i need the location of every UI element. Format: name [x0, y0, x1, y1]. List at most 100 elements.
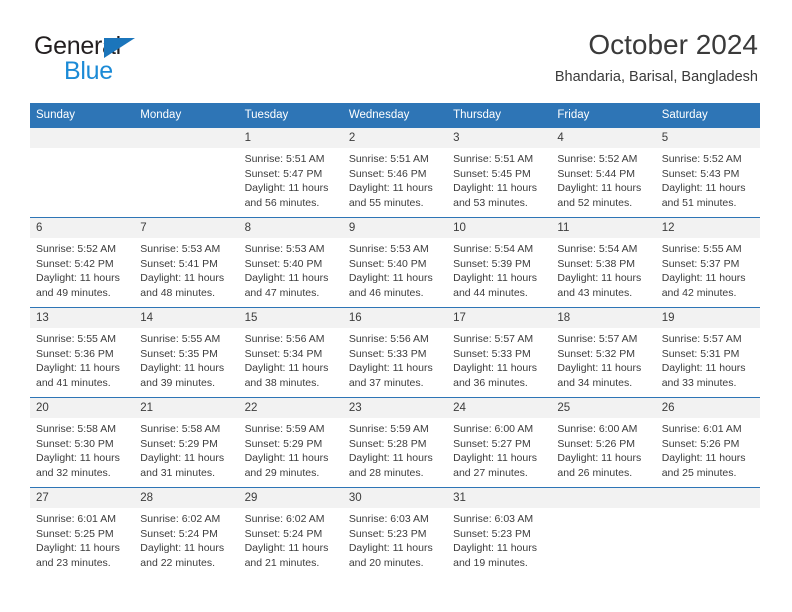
day-details: Sunrise: 5:56 AM Sunset: 5:33 PM Daylight:…: [343, 328, 447, 390]
calendar-week-row: 13 Sunrise: 5:55 AM Sunset: 5:36 PM Dayligh…: [30, 307, 760, 398]
calendar-day-cell[interactable]: 21 Sunrise: 5:58 AM Sunset: 5:29 PM Dayligh…: [134, 397, 239, 488]
calendar-day-cell[interactable]: 7 Sunrise: 5:53 AM Sunset: 5:41 PM Daylight…: [134, 217, 239, 308]
day-number: 8: [238, 218, 343, 238]
day-number: 21: [134, 398, 239, 418]
logo-word-blue: Blue: [64, 57, 113, 85]
sunrise-time: Sunrise: 5:58 AM: [36, 423, 116, 435]
day-details: Sunrise: 6:03 AM Sunset: 5:23 PM Daylight:…: [343, 508, 447, 570]
calendar-day-cell[interactable]: 18 Sunrise: 5:57 AM Sunset: 5:32 PM Dayligh…: [551, 307, 656, 398]
calendar-day-cell[interactable]: 17 Sunrise: 5:57 AM Sunset: 5:33 PM Dayligh…: [447, 307, 552, 398]
calendar-day-cell[interactable]: 12 Sunrise: 5:55 AM Sunset: 5:37 PM Dayligh…: [655, 217, 760, 308]
day-details: Sunrise: 5:52 AM Sunset: 5:44 PM Daylight:…: [551, 148, 655, 210]
sunset-time: Sunset: 5:24 PM: [244, 527, 323, 540]
daylight-duration: Daylight: 11 hours and 34 minutes.: [557, 362, 642, 389]
day-number: 31: [447, 488, 552, 508]
triangle-icon: [104, 38, 135, 58]
general-blue-logo[interactable]: General Blue: [34, 32, 154, 85]
calendar-day-cell[interactable]: 25 Sunrise: 6:00 AM Sunset: 5:26 PM Dayligh…: [551, 397, 656, 488]
day-number: 11: [551, 218, 656, 238]
day-number: 10: [447, 218, 552, 238]
sunrise-time: Sunrise: 5:51 AM: [348, 153, 429, 165]
day-number: 15: [238, 308, 343, 328]
calendar-day-cell[interactable]: 28 Sunrise: 6:02 AM Sunset: 5:24 PM Dayligh…: [134, 487, 239, 578]
daylight-duration: Daylight: 11 hours and 19 minutes.: [453, 542, 537, 569]
title-block: October 2024 Bhandaria, Barisal, Banglad…: [555, 28, 758, 88]
calendar-day-cell[interactable]: 1 Sunrise: 5:51 AM Sunset: 5:47 PM Daylight…: [238, 127, 343, 218]
sunset-time: Sunset: 5:23 PM: [348, 527, 427, 540]
calendar-day-cell[interactable]: 2 Sunrise: 5:51 AM Sunset: 5:46 PM Daylight…: [342, 127, 448, 218]
sunset-time: Sunset: 5:36 PM: [36, 347, 114, 360]
sunset-time: Sunset: 5:32 PM: [557, 347, 636, 360]
weekday-header-friday: Friday: [551, 103, 656, 128]
day-number: [655, 488, 760, 508]
sunrise-time: Sunrise: 5:53 AM: [348, 243, 429, 255]
day-details: Sunrise: 5:55 AM Sunset: 5:35 PM Daylight:…: [134, 328, 238, 390]
daylight-duration: Daylight: 11 hours and 39 minutes.: [140, 362, 225, 389]
sunrise-time: Sunrise: 6:03 AM: [453, 513, 534, 525]
daylight-duration: Daylight: 11 hours and 56 minutes.: [244, 182, 329, 209]
sunset-time: Sunset: 5:29 PM: [244, 437, 323, 450]
sunset-time: Sunset: 5:46 PM: [348, 167, 427, 180]
sunset-time: Sunset: 5:29 PM: [140, 437, 218, 450]
sunset-time: Sunset: 5:30 PM: [36, 437, 114, 450]
daylight-duration: Daylight: 11 hours and 31 minutes.: [140, 452, 225, 479]
sunrise-time: Sunrise: 6:02 AM: [140, 513, 221, 525]
day-details: Sunrise: 5:51 AM Sunset: 5:47 PM Daylight:…: [239, 148, 343, 210]
daylight-duration: Daylight: 11 hours and 44 minutes.: [453, 272, 537, 299]
calendar-day-cell[interactable]: 26 Sunrise: 6:01 AM Sunset: 5:26 PM Dayligh…: [655, 397, 760, 488]
sunset-time: Sunset: 5:23 PM: [453, 527, 531, 540]
calendar-day-cell[interactable]: 6 Sunrise: 5:52 AM Sunset: 5:42 PM Daylight…: [30, 217, 135, 308]
calendar-day-cell[interactable]: 16 Sunrise: 5:56 AM Sunset: 5:33 PM Dayligh…: [342, 307, 448, 398]
calendar-day-cell[interactable]: 23 Sunrise: 5:59 AM Sunset: 5:28 PM Dayligh…: [342, 397, 448, 488]
calendar-page: General Blue October 2024 Bhandaria, Bar…: [0, 0, 792, 612]
day-number: 28: [134, 488, 239, 508]
daylight-duration: Daylight: 11 hours and 42 minutes.: [661, 272, 746, 299]
sunset-time: Sunset: 5:25 PM: [36, 527, 114, 540]
calendar-day-cell[interactable]: 5 Sunrise: 5:52 AM Sunset: 5:43 PM Daylight…: [655, 127, 760, 218]
calendar-day-cell[interactable]: 31 Sunrise: 6:03 AM Sunset: 5:23 PM Dayligh…: [447, 487, 552, 578]
sunrise-time: Sunrise: 5:55 AM: [36, 333, 116, 345]
calendar-week-row: 20 Sunrise: 5:58 AM Sunset: 5:30 PM Dayligh…: [30, 397, 760, 488]
calendar-day-cell[interactable]: 24 Sunrise: 6:00 AM Sunset: 5:27 PM Dayligh…: [447, 397, 552, 488]
day-number: 27: [30, 488, 135, 508]
sunrise-time: Sunrise: 5:52 AM: [36, 243, 116, 255]
daylight-duration: Daylight: 11 hours and 29 minutes.: [244, 452, 329, 479]
calendar-day-cell[interactable]: 10 Sunrise: 5:54 AM Sunset: 5:39 PM Dayligh…: [447, 217, 552, 308]
calendar-day-cell[interactable]: 29 Sunrise: 6:02 AM Sunset: 5:24 PM Dayligh…: [238, 487, 343, 578]
day-details: Sunrise: 5:57 AM Sunset: 5:32 PM Daylight:…: [551, 328, 655, 390]
day-number: 4: [551, 128, 656, 148]
day-details: Sunrise: 6:02 AM Sunset: 5:24 PM Daylight:…: [239, 508, 343, 570]
calendar-day-cell[interactable]: 15 Sunrise: 5:56 AM Sunset: 5:34 PM Dayligh…: [238, 307, 343, 398]
day-details: Sunrise: 6:02 AM Sunset: 5:24 PM Daylight:…: [134, 508, 238, 570]
calendar-day-cell[interactable]: 27 Sunrise: 6:01 AM Sunset: 5:25 PM Dayligh…: [30, 487, 135, 578]
sunset-time: Sunset: 5:34 PM: [244, 347, 323, 360]
sunrise-time: Sunrise: 6:01 AM: [661, 423, 742, 435]
sunset-time: Sunset: 5:31 PM: [661, 347, 740, 360]
sunset-time: Sunset: 5:42 PM: [36, 257, 114, 270]
calendar-empty-cell: [655, 487, 760, 578]
calendar-day-cell[interactable]: 14 Sunrise: 5:55 AM Sunset: 5:35 PM Dayligh…: [134, 307, 239, 398]
calendar-day-cell[interactable]: 11 Sunrise: 5:54 AM Sunset: 5:38 PM Dayligh…: [551, 217, 656, 308]
sunrise-time: Sunrise: 6:03 AM: [348, 513, 429, 525]
daylight-duration: Daylight: 11 hours and 26 minutes.: [557, 452, 642, 479]
calendar-day-cell[interactable]: 19 Sunrise: 5:57 AM Sunset: 5:31 PM Dayligh…: [655, 307, 760, 398]
daylight-duration: Daylight: 11 hours and 25 minutes.: [661, 452, 746, 479]
sunrise-time: Sunrise: 6:01 AM: [36, 513, 116, 525]
sunrise-time: Sunrise: 5:52 AM: [661, 153, 742, 165]
day-number: 29: [238, 488, 343, 508]
daylight-duration: Daylight: 11 hours and 53 minutes.: [453, 182, 537, 209]
calendar-day-cell[interactable]: 20 Sunrise: 5:58 AM Sunset: 5:30 PM Dayligh…: [30, 397, 135, 488]
calendar-day-cell[interactable]: 13 Sunrise: 5:55 AM Sunset: 5:36 PM Dayligh…: [30, 307, 135, 398]
weekday-header-thursday: Thursday: [447, 103, 552, 128]
calendar-day-cell[interactable]: 4 Sunrise: 5:52 AM Sunset: 5:44 PM Daylight…: [551, 127, 656, 218]
daylight-duration: Daylight: 11 hours and 38 minutes.: [244, 362, 329, 389]
calendar-day-cell[interactable]: 3 Sunrise: 5:51 AM Sunset: 5:45 PM Daylight…: [447, 127, 552, 218]
sunrise-time: Sunrise: 5:54 AM: [453, 243, 534, 255]
calendar-day-cell[interactable]: 8 Sunrise: 5:53 AM Sunset: 5:40 PM Daylight…: [238, 217, 343, 308]
calendar-day-cell[interactable]: 9 Sunrise: 5:53 AM Sunset: 5:40 PM Daylight…: [342, 217, 448, 308]
calendar-day-cell[interactable]: 22 Sunrise: 5:59 AM Sunset: 5:29 PM Dayligh…: [238, 397, 343, 488]
daylight-duration: Daylight: 11 hours and 32 minutes.: [36, 452, 120, 479]
daylight-duration: Daylight: 11 hours and 47 minutes.: [244, 272, 329, 299]
sunrise-time: Sunrise: 5:57 AM: [557, 333, 638, 345]
calendar-day-cell[interactable]: 30 Sunrise: 6:03 AM Sunset: 5:23 PM Dayligh…: [342, 487, 448, 578]
